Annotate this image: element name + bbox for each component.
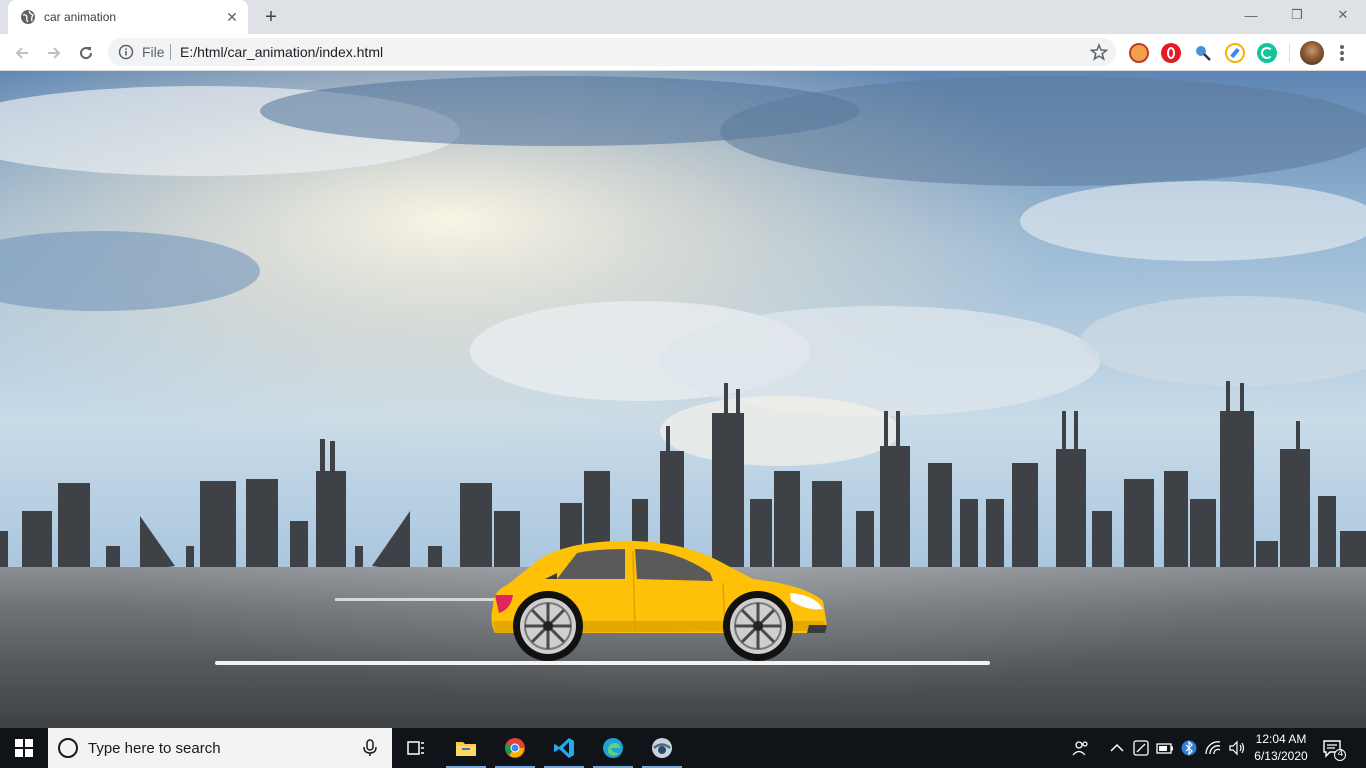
opera-extension-icon[interactable] [1161,43,1181,63]
taskbar-search[interactable]: Type here to search [48,728,392,768]
battery-icon[interactable] [1155,738,1175,758]
browser-menu-icon[interactable] [1336,43,1348,63]
reload-button[interactable] [72,39,100,67]
people-icon[interactable] [1071,738,1091,758]
chrome-icon[interactable] [491,728,539,768]
back-arrow-icon [15,47,28,59]
bookmark-star-icon[interactable] [1090,43,1108,61]
url-text[interactable]: E:/html/car_animation/index.html [180,44,383,60]
clock-time: 12:04 AM [1255,732,1307,746]
road-lane-marking [335,598,495,601]
notification-badge: 4 [1337,748,1344,759]
windows-logo-icon [15,739,33,757]
window-controls: — ❐ ✕ [1228,0,1366,30]
car-rear-wheel [513,591,583,661]
taskbar: Type here to search 12:04 AM 6/13/2020 4 [0,728,1366,768]
file-explorer-icon[interactable] [442,728,490,768]
back-button[interactable] [8,39,36,67]
minimize-button[interactable]: — [1228,0,1274,30]
restore-button[interactable]: ❐ [1274,0,1320,30]
page-viewport [0,71,1366,728]
bluetooth-icon[interactable] [1179,738,1199,758]
globe-icon [21,10,35,24]
road-lane-marking [215,661,990,665]
search-placeholder: Type here to search [88,739,221,757]
omnibox-divider [170,44,171,60]
search-extension-icon[interactable] [1193,43,1213,63]
compass-extension-icon[interactable] [1225,43,1245,63]
edge-icon[interactable] [589,728,637,768]
address-bar[interactable]: File E:/html/car_animation/index.html [108,38,1116,66]
forward-button[interactable] [40,39,68,67]
volume-icon[interactable] [1227,738,1247,758]
system-clock[interactable]: 12:04 AM 6/13/2020 [1246,731,1316,765]
yellow-car [491,540,827,661]
toolbar-divider [1289,44,1290,62]
tray-app-icon[interactable] [1131,738,1151,758]
action-center-button[interactable]: 4 [1320,736,1346,762]
reload-icon [80,47,93,60]
scheme-label: File [142,44,165,60]
close-window-button[interactable]: ✕ [1320,0,1366,30]
tab-close-icon[interactable]: ✕ [224,9,240,25]
browser-tab[interactable]: car animation ✕ [8,0,248,34]
tab-title: car animation [44,10,117,24]
vscode-icon[interactable] [540,728,588,768]
profile-avatar[interactable] [1300,41,1324,65]
microphone-icon[interactable] [360,738,380,758]
car-front-wheel [723,591,793,661]
chevron-up-icon[interactable] [1107,738,1127,758]
browser-app-icon[interactable] [638,728,686,768]
tab-strip: car animation ✕ + — ❐ ✕ [0,0,1366,34]
forward-arrow-icon [48,47,61,59]
new-tab-button[interactable]: + [260,6,282,28]
start-button[interactable] [0,728,48,768]
task-view-icon[interactable] [392,728,440,768]
clock-date: 6/13/2020 [1254,749,1308,763]
cortana-icon [58,738,78,758]
grammarly-extension-icon[interactable] [1257,43,1277,63]
tiger-extension-icon[interactable] [1129,43,1149,63]
browser-toolbar: File E:/html/car_animation/index.html [0,34,1366,71]
wifi-icon[interactable] [1203,738,1223,758]
info-icon[interactable] [118,44,134,60]
